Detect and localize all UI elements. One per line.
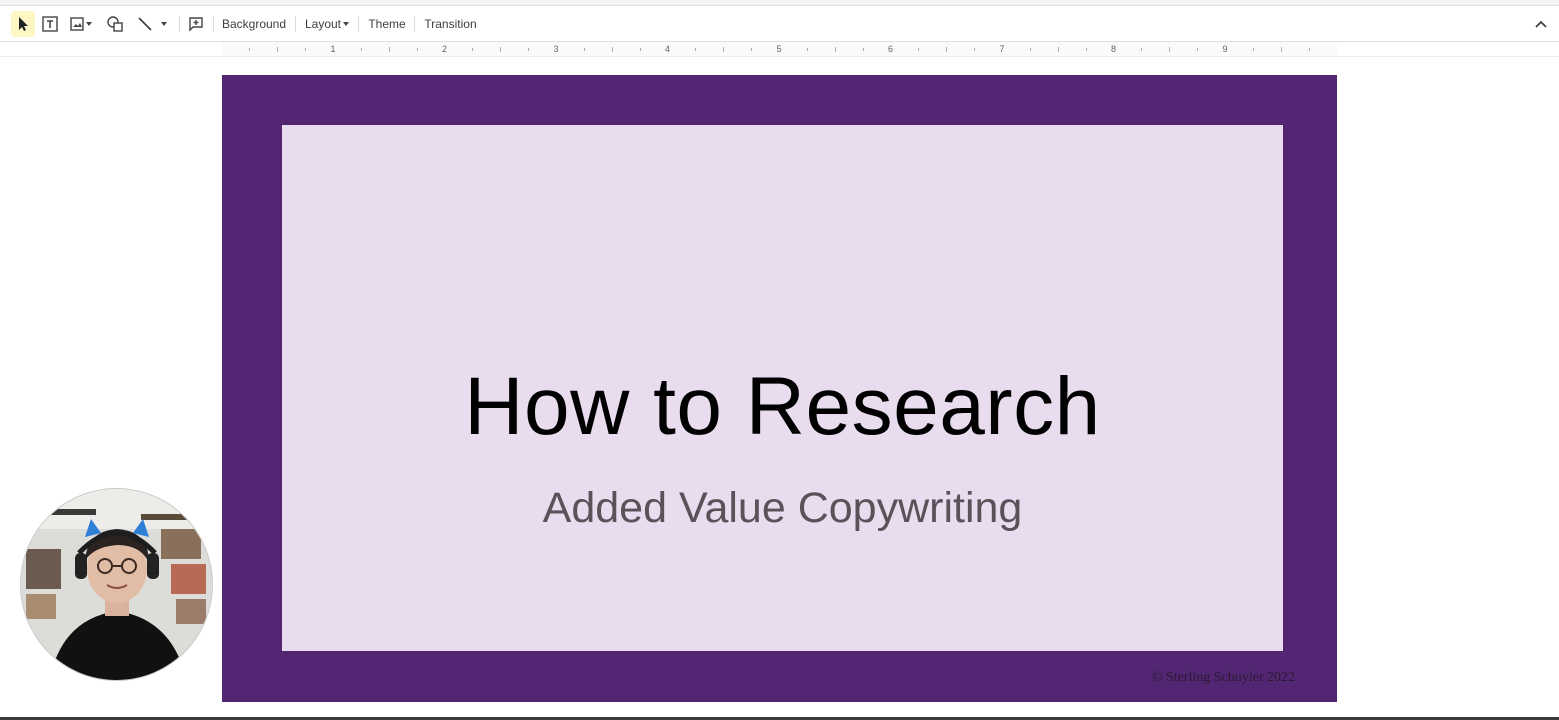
- ruler-tick: [472, 47, 474, 51]
- ruler-number: 6: [887, 44, 894, 54]
- ruler-tick: [500, 46, 502, 52]
- ruler-tick: [360, 47, 362, 51]
- transition-button[interactable]: Transition: [419, 11, 482, 37]
- ruler-tick: [723, 46, 725, 52]
- ruler-number: 9: [1222, 44, 1228, 54]
- toolbar-separator: [213, 16, 214, 32]
- ruler-tick: [249, 47, 251, 51]
- toolbar-separator: [358, 16, 359, 32]
- ruler-tick: [946, 46, 948, 52]
- ruler-tick: [1029, 47, 1031, 51]
- transition-label: Transition: [424, 17, 477, 31]
- toolbar-separator: [179, 16, 180, 32]
- image-icon: [70, 17, 84, 31]
- slides-toolbar: Background Layout Theme Transition: [0, 6, 1559, 42]
- ruler-tick: [806, 47, 808, 51]
- ruler-number: 2: [441, 44, 448, 54]
- ruler-tick: [695, 47, 697, 51]
- ruler-track: 1 2 3 4 5 6 7 8 9: [222, 42, 1337, 56]
- line-tool-button[interactable]: [132, 11, 172, 37]
- ruler-tick: [611, 46, 613, 52]
- slide[interactable]: How to Research Added Value Copywriting …: [222, 75, 1337, 702]
- ruler-tick: [1057, 46, 1059, 52]
- cursor-arrow-icon: [19, 17, 28, 31]
- ruler-tick: [1141, 47, 1143, 51]
- toolbar-separator: [414, 16, 415, 32]
- chevron-up-icon: [1535, 20, 1547, 28]
- ruler-tick: [583, 47, 585, 51]
- ruler-tick: [277, 46, 279, 52]
- background-label: Background: [221, 17, 287, 31]
- select-tool-button[interactable]: [11, 11, 35, 37]
- webcam-overlay: [20, 488, 213, 681]
- ruler-tick: [834, 46, 836, 52]
- ruler-tick: [974, 47, 976, 51]
- ruler-tick: [1280, 46, 1282, 52]
- layout-label: Layout: [304, 17, 342, 31]
- ruler-tick: [862, 47, 864, 51]
- shape-tool-button[interactable]: [103, 11, 127, 37]
- line-dropdown-caret-icon: [161, 22, 167, 26]
- layout-dropdown-caret-icon: [343, 22, 350, 26]
- textbox-tool-button[interactable]: [38, 11, 62, 37]
- toolbar-separator: [295, 16, 296, 32]
- insert-image-button[interactable]: [65, 11, 97, 37]
- ruler-number: 7: [999, 44, 1005, 54]
- ruler-tick: [388, 46, 390, 52]
- ruler-tick: [1197, 47, 1199, 51]
- ruler-number: 5: [776, 44, 782, 54]
- ruler-tick: [1085, 47, 1087, 51]
- ruler-number: 1: [330, 44, 336, 54]
- background-button[interactable]: Background: [217, 11, 291, 37]
- ruler-tick: [639, 47, 641, 51]
- collapse-toolbar-button[interactable]: [1530, 11, 1552, 37]
- shapes-icon: [107, 16, 123, 32]
- ruler-tick: [1252, 47, 1254, 51]
- text-box-icon: [42, 16, 58, 32]
- webcam-person-image: [21, 489, 212, 680]
- add-comment-button[interactable]: [184, 11, 208, 37]
- ruler-tick: [416, 47, 418, 51]
- line-icon: [138, 17, 152, 31]
- theme-label: Theme: [368, 17, 406, 31]
- ruler-tick: [918, 47, 920, 51]
- add-comment-icon: [189, 17, 203, 32]
- ruler-tick: [305, 47, 307, 51]
- ruler-tick: [528, 47, 530, 51]
- ruler-number: 8: [1110, 44, 1117, 54]
- ruler-number: 4: [664, 44, 671, 54]
- layout-button[interactable]: Layout: [300, 11, 354, 37]
- horizontal-ruler[interactable]: 1 2 3 4 5 6 7 8 9: [0, 42, 1559, 57]
- ruler-tick: [1308, 47, 1310, 51]
- theme-button[interactable]: Theme: [363, 11, 411, 37]
- ruler-tick: [1169, 46, 1171, 52]
- ruler-number: 3: [553, 44, 559, 54]
- slide-copyright[interactable]: © Sterling Schuyler 2022: [1152, 670, 1295, 686]
- image-dropdown-caret-icon: [86, 22, 92, 26]
- slide-subtitle[interactable]: Added Value Copywriting: [282, 485, 1283, 531]
- slide-content-panel: How to Research Added Value Copywriting: [282, 125, 1283, 651]
- slide-title[interactable]: How to Research: [282, 365, 1283, 449]
- ruler-tick: [751, 47, 753, 51]
